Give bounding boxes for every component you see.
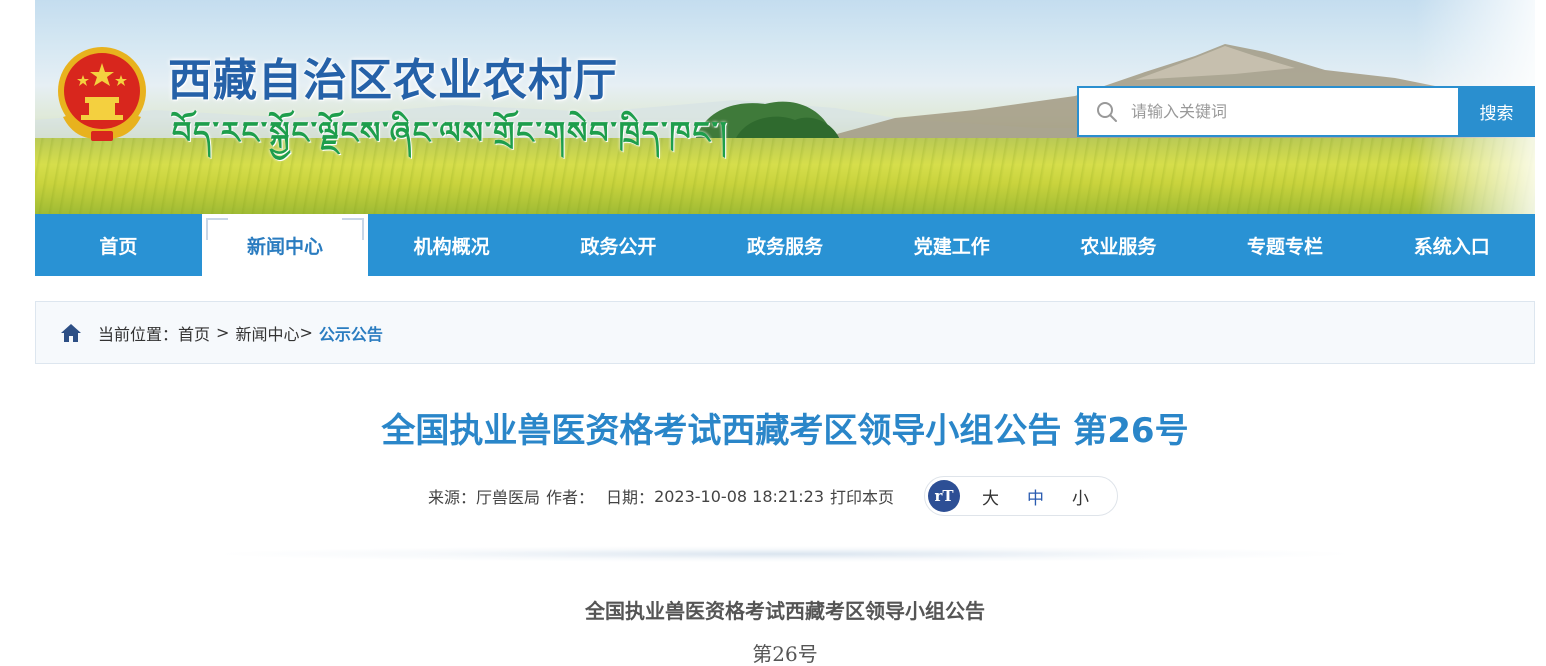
home-icon [61, 323, 81, 342]
article-body-heading: 全国执业兽医资格考试西藏考区领导小组公告 [585, 599, 985, 623]
title-divider [225, 546, 1345, 562]
search-input[interactable] [1131, 89, 1451, 134]
source-value: 厅兽医局 [476, 488, 541, 507]
breadcrumb-separator: > [216, 323, 230, 342]
search-box [1077, 86, 1458, 137]
main-nav: 首页 新闻中心 机构概况 政务公开 政务服务 党建工作 农业服务 专题专栏 系统… [35, 214, 1535, 276]
date-value: 2023-10-08 18:21:23 [654, 486, 824, 506]
font-size-small[interactable]: 小 [1058, 484, 1103, 509]
font-size-switcher: rT 大 中 小 [924, 476, 1119, 516]
source-label: 来源： [428, 488, 477, 507]
site-title[interactable]: 西藏自治区农业农村厅 [168, 44, 618, 108]
article-meta: 来源： 厅兽医局 作者： 日期： 2023-10-08 18:21:23 打印本… [428, 476, 1119, 516]
font-size-icon: rT [928, 480, 961, 512]
site-subtitle-tibetan: བོད་རང་སྐྱོང་ལྗོངས་ཞིང་ལས་གྲོང་གསེབ་ཁྲིད… [172, 116, 729, 151]
breadcrumb: 当前位置： 首页 > 新闻中心 > 公示公告 [35, 301, 1535, 364]
breadcrumb-separator: > [299, 323, 313, 342]
nav-item-label: 新闻中心 [247, 235, 324, 258]
article-body-number: 第26号 [752, 642, 818, 666]
nav-item-government-affairs[interactable]: 政务公开 [535, 214, 702, 276]
breadcrumb-current[interactable]: 公示公告 [319, 321, 383, 345]
breadcrumb-prefix: 当前位置： [98, 324, 179, 344]
print-page-link[interactable]: 打印本页 [830, 484, 894, 508]
date-label: 日期： [606, 488, 655, 507]
font-size-medium[interactable]: 中 [1013, 484, 1058, 509]
nav-item-news-center[interactable]: 新闻中心 [201, 214, 369, 276]
breadcrumb-home-link[interactable]: 首页 [178, 321, 210, 345]
font-size-large[interactable]: 大 [968, 484, 1013, 509]
national-emblem-icon[interactable] [55, 45, 149, 143]
article-title: 全国执业兽医资格考试西藏考区领导小组公告 第26号 [381, 411, 1189, 451]
breadcrumb-news-link[interactable]: 新闻中心 [235, 321, 299, 345]
nav-item-party-building[interactable]: 党建工作 [868, 214, 1035, 276]
search-icon [1097, 101, 1117, 122]
nav-item-agriculture-services[interactable]: 农业服务 [1035, 214, 1202, 276]
author-label: 作者： [546, 488, 595, 507]
search-button[interactable]: 搜索 [1458, 86, 1535, 137]
nav-item-government-services[interactable]: 政务服务 [702, 214, 869, 276]
nav-item-organization[interactable]: 机构概况 [368, 214, 535, 276]
nav-item-special-topics[interactable]: 专题专栏 [1202, 214, 1369, 276]
nav-item-home[interactable]: 首页 [35, 214, 202, 276]
nav-item-system-entry[interactable]: 系统入口 [1368, 214, 1535, 276]
